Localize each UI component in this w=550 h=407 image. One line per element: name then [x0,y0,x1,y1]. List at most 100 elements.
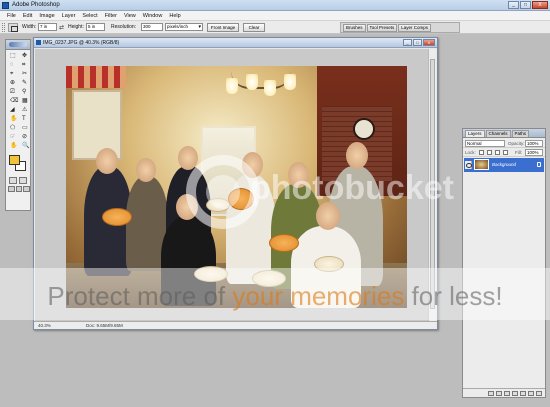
close-button[interactable]: X [532,1,548,9]
foreground-color-swatch[interactable] [9,155,20,165]
dodge-icon: ⚠ [22,107,28,113]
healing-brush-tool[interactable]: ⊕ [8,79,19,87]
menu-view[interactable]: View [121,11,140,20]
tab-layer-comps[interactable]: Layer Comps [398,24,432,32]
brush-tool[interactable]: ✎ [20,79,31,87]
tab-brushes[interactable]: Brushes [343,24,366,32]
type-icon: T [22,116,26,122]
opacity-label: Opacity: [508,141,525,146]
options-bar-grip[interactable] [2,23,5,32]
clear-button[interactable]: Clear [243,23,265,32]
height-label: Height: [68,24,84,30]
photo-pie [269,234,299,252]
hand-tool[interactable]: ✋ [8,142,19,150]
height-input[interactable]: 5 in [86,23,105,31]
resolution-unit-select[interactable]: pixels/inch [165,23,203,31]
tab-channels[interactable]: Channels [485,130,511,137]
full-screen-mode-button[interactable] [23,186,31,192]
photo-lamp [284,74,296,90]
width-input[interactable]: 7 in [38,23,57,31]
minimize-button[interactable]: _ [508,1,519,9]
magic-wand-icon: ⌗ [22,62,26,68]
menu-edit[interactable]: Edit [20,11,36,20]
eraser-tool[interactable]: ⌫ [8,97,19,105]
resolution-label: Resolution: [111,24,137,30]
layer-style-icon[interactable] [496,391,502,396]
watermark-ring-center [206,175,240,209]
adobe-feather-icon[interactable] [9,42,27,47]
color-swatches [6,153,30,175]
maximize-button[interactable]: □ [520,1,531,9]
marquee-tool[interactable]: ⬚ [8,52,19,60]
link-layers-icon[interactable] [488,391,494,396]
notes-tool[interactable]: ☞ [8,133,19,141]
doc-close-button[interactable]: X [423,39,435,46]
front-image-button[interactable]: Front Image [207,23,239,32]
lock-position-checkbox[interactable] [495,150,500,155]
fill-input[interactable]: 100% [525,149,543,156]
new-group-icon[interactable] [512,391,518,396]
menu-image[interactable]: Image [36,11,58,20]
blur-tool[interactable]: ◢ [8,106,19,114]
zoom-level[interactable]: 40.3% [38,323,51,328]
watermark-brand: photobucket [250,169,454,207]
clone-stamp-tool[interactable]: ⎚ [8,88,19,96]
new-layer-icon[interactable] [528,391,534,396]
quick-mask-mode-button[interactable] [19,177,27,184]
lasso-tool[interactable]: ◌ [8,61,19,69]
crop-tool[interactable]: ⌖ [8,70,19,78]
move-tool[interactable]: ✥ [20,52,31,60]
add-mask-icon[interactable] [504,391,510,396]
document-title-bar[interactable]: IMG_0237.JPG @ 40.3% (RGB/8) _ □ X [34,38,437,48]
tab-paths[interactable]: Paths [511,130,530,137]
pen-icon: ⬠ [10,125,16,131]
menu-filter[interactable]: Filter [102,11,121,20]
swap-dimensions-icon[interactable]: ⇄ [59,24,64,31]
lock-pixels-checkbox[interactable] [487,150,492,155]
lock-transparency-checkbox[interactable] [479,150,484,155]
fill-label: Fill: [515,150,522,155]
adjustment-layer-icon[interactable] [520,391,526,396]
tab-tool-presets[interactable]: Tool Presets [366,24,398,32]
magic-wand-tool[interactable]: ⌗ [20,61,31,69]
slice-tool[interactable]: ✂ [20,70,31,78]
menu-window[interactable]: Window [140,11,167,20]
dodge-tool[interactable]: ⚠ [20,106,31,114]
doc-maximize-button[interactable]: □ [413,39,422,46]
document-size[interactable]: Doc: 9.65M/9.65M [86,323,123,328]
doc-minimize-button[interactable]: _ [403,39,412,46]
path-selection-tool[interactable]: ✋ [8,115,19,123]
eyedropper-tool[interactable]: ⊘ [20,133,31,141]
layer-name: Background [492,162,517,167]
layer-row-background[interactable]: Background [464,158,544,172]
lock-all-checkbox[interactable] [503,150,508,155]
menu-select[interactable]: Select [79,11,101,20]
standard-mode-button[interactable] [9,177,17,184]
pen-tool[interactable]: ⬠ [8,124,19,132]
resolution-input[interactable]: 300 [141,23,163,31]
gradient-tool[interactable]: ▦ [20,97,31,105]
zoom-tool[interactable]: 🔍 [20,142,31,150]
tab-layers[interactable]: Layers [465,130,485,137]
history-brush-tool[interactable]: ⚲ [20,88,31,96]
menu-help[interactable]: Help [166,11,184,20]
photo-face [136,158,156,182]
full-screen-menu-mode-button[interactable] [15,186,23,192]
photo-window [72,90,122,160]
menu-layer[interactable]: Layer [59,11,80,20]
shape-tool[interactable]: ▭ [20,124,31,132]
opacity-input[interactable]: 100% [525,140,543,147]
photo-lamp [246,74,258,90]
standard-screen-mode-button[interactable] [8,186,15,192]
document-status-bar: 40.3% Doc: 9.65M/9.65M [34,321,437,329]
blend-mode-select[interactable]: Normal [465,140,505,147]
document-title: IMG_0237.JPG @ 40.3% (RGB/8) [43,40,120,46]
toolbox-header[interactable] [6,40,30,50]
eye-icon[interactable] [465,161,472,169]
photobucket-watermark-logo: photobucket [186,155,454,229]
trash-icon[interactable] [536,391,542,396]
crop-tool-preset-icon[interactable] [8,23,18,32]
layer-lock-row: Lock: Fill: 100% [463,148,545,157]
type-tool[interactable]: T [20,115,31,123]
menu-file[interactable]: File [4,11,20,20]
